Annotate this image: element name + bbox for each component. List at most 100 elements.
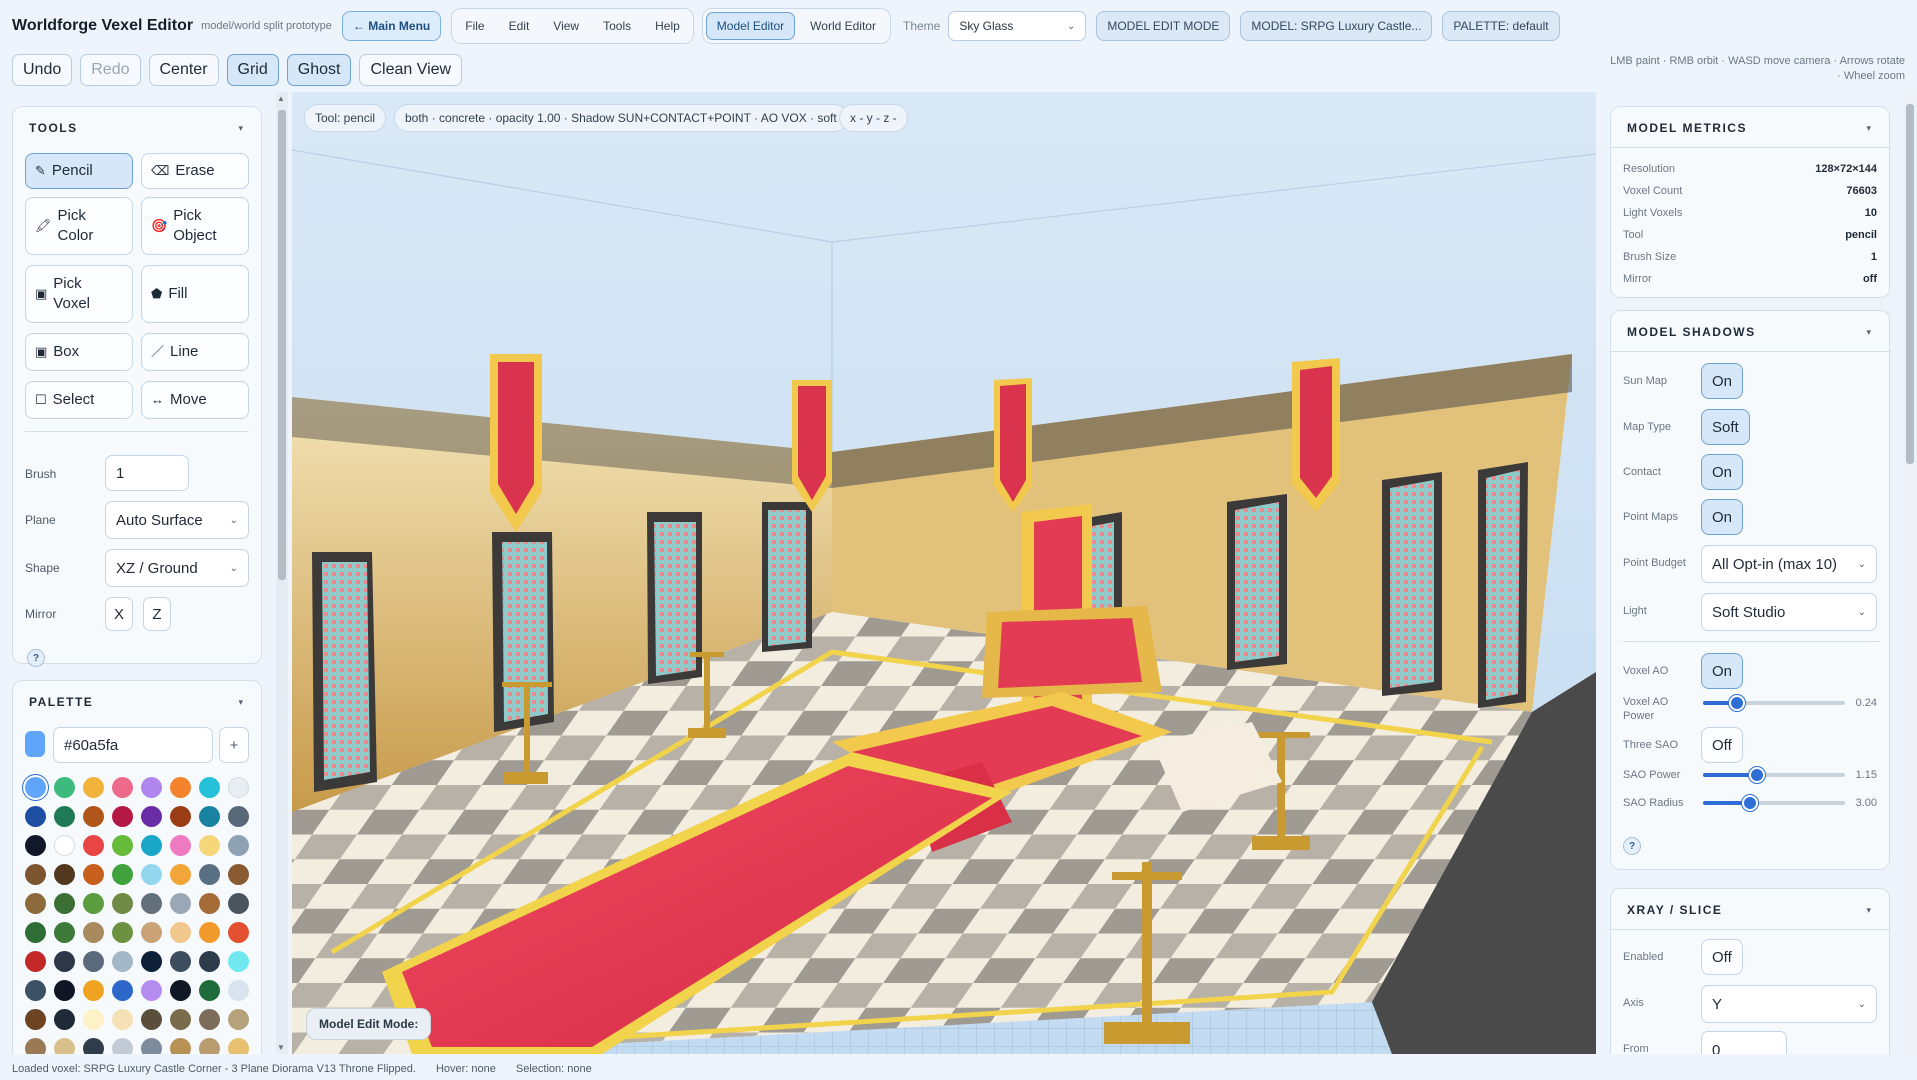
palette-swatch[interactable] — [25, 864, 46, 885]
palette-swatch[interactable] — [228, 922, 249, 943]
palette-swatch[interactable] — [54, 893, 75, 914]
palette-swatch[interactable] — [199, 893, 220, 914]
menu-file[interactable]: File — [455, 12, 494, 40]
palette-swatch[interactable] — [199, 864, 220, 885]
palette-swatch[interactable] — [170, 980, 191, 1001]
palette-swatch[interactable] — [112, 806, 133, 827]
tool-pick-object[interactable]: 🎯 Pick Object — [141, 197, 249, 255]
palette-swatch[interactable] — [228, 893, 249, 914]
menu-tools[interactable]: Tools — [593, 12, 641, 40]
main-menu-button[interactable]: ← Main Menu — [341, 11, 442, 41]
tool-move[interactable]: ↔ Move — [141, 381, 249, 419]
tool-fill[interactable]: ⬟ Fill — [141, 265, 249, 323]
palette-swatch[interactable] — [25, 1038, 46, 1054]
tool-erase[interactable]: ⌫ Erase — [141, 153, 249, 189]
point-budget-select[interactable]: All Opt-in (max 10) ⌄ — [1701, 545, 1877, 583]
palette-swatch[interactable] — [83, 1038, 104, 1054]
current-color-swatch[interactable] — [25, 731, 45, 757]
palette-swatch[interactable] — [141, 1038, 162, 1054]
palette-swatch[interactable] — [141, 922, 162, 943]
tool-pencil[interactable]: ✎ Pencil — [25, 153, 133, 189]
hex-color-input[interactable]: #60a5fa — [53, 727, 213, 763]
palette-swatch[interactable] — [25, 777, 46, 798]
palette-swatch[interactable] — [112, 1038, 133, 1054]
light-select[interactable]: Soft Studio ⌄ — [1701, 593, 1877, 631]
palette-swatch[interactable] — [25, 922, 46, 943]
palette-swatch[interactable] — [54, 777, 75, 798]
left-scrollbar[interactable]: ▲ ▼ — [276, 92, 288, 1054]
mirror-z-toggle[interactable]: Z — [143, 597, 171, 631]
grid-toggle[interactable]: Grid — [226, 54, 279, 86]
map-type-toggle[interactable]: Soft — [1701, 409, 1750, 445]
palette-swatch[interactable] — [228, 864, 249, 885]
slider-knob[interactable] — [1748, 767, 1765, 783]
palette-swatch[interactable] — [199, 980, 220, 1001]
tool-line[interactable]: ／ Line — [141, 333, 249, 371]
palette-swatch[interactable] — [83, 1009, 104, 1030]
shape-select[interactable]: XZ / Ground ⌄ — [105, 549, 249, 587]
palette-swatch[interactable] — [112, 1009, 133, 1030]
palette-swatch[interactable] — [25, 835, 46, 856]
scroll-up-icon[interactable]: ▲ — [277, 94, 285, 103]
menu-edit[interactable]: Edit — [499, 12, 540, 40]
palette-swatch[interactable] — [228, 980, 249, 1001]
sun-map-toggle[interactable]: On — [1701, 363, 1744, 399]
xray-from-input[interactable]: 0 — [1701, 1031, 1787, 1054]
palette-swatch[interactable] — [112, 835, 133, 856]
plane-select[interactable]: Auto Surface ⌄ — [105, 501, 249, 539]
palette-swatch[interactable] — [228, 806, 249, 827]
tab-model-editor[interactable]: Model Editor — [705, 12, 796, 40]
palette-swatch[interactable] — [141, 806, 162, 827]
palette-swatch[interactable] — [83, 777, 104, 798]
palette-swatch[interactable] — [199, 1009, 220, 1030]
redo-button[interactable]: Redo — [80, 54, 141, 86]
palette-swatch[interactable] — [54, 864, 75, 885]
add-color-button[interactable]: + — [219, 727, 249, 763]
palette-swatch[interactable] — [199, 806, 220, 827]
palette-swatch[interactable] — [170, 806, 191, 827]
palette-swatch[interactable] — [83, 835, 104, 856]
center-button[interactable]: Center — [148, 54, 219, 86]
undo-button[interactable]: Undo — [12, 54, 73, 86]
palette-swatch[interactable] — [54, 922, 75, 943]
palette-swatch[interactable] — [141, 893, 162, 914]
palette-swatch[interactable] — [25, 1009, 46, 1030]
collapse-icon[interactable]: ▾ — [1866, 905, 1871, 916]
palette-swatch[interactable] — [199, 1038, 220, 1054]
palette-swatch[interactable] — [112, 922, 133, 943]
palette-swatch[interactable] — [170, 864, 191, 885]
palette-swatch[interactable] — [112, 777, 133, 798]
palette-swatch[interactable] — [228, 951, 249, 972]
palette-swatch[interactable] — [228, 777, 249, 798]
palette-swatch[interactable] — [25, 806, 46, 827]
scroll-thumb[interactable] — [278, 110, 286, 580]
palette-swatch[interactable] — [199, 777, 220, 798]
palette-swatch[interactable] — [83, 806, 104, 827]
slider-knob[interactable] — [1741, 795, 1758, 811]
tool-box[interactable]: ▣ Box — [25, 333, 133, 371]
palette-swatch[interactable] — [141, 1009, 162, 1030]
palette-swatch[interactable] — [170, 777, 191, 798]
slider-knob[interactable] — [1729, 695, 1746, 711]
palette-swatch[interactable] — [112, 980, 133, 1001]
right-scrollbar[interactable] — [1903, 92, 1917, 1054]
tool-pick-voxel[interactable]: ▣ Pick Voxel — [25, 265, 133, 323]
xray-enabled-toggle[interactable]: Off — [1701, 939, 1743, 975]
palette-swatch[interactable] — [228, 835, 249, 856]
palette-swatch[interactable] — [25, 980, 46, 1001]
palette-swatch[interactable] — [54, 835, 75, 856]
palette-swatch[interactable] — [25, 951, 46, 972]
theme-select[interactable]: Sky Glass ⌄ — [948, 11, 1087, 41]
palette-swatch[interactable] — [141, 980, 162, 1001]
contact-toggle[interactable]: On — [1701, 454, 1744, 490]
palette-swatch[interactable] — [141, 951, 162, 972]
palette-swatch[interactable] — [54, 980, 75, 1001]
sao-radius-slider[interactable] — [1703, 795, 1845, 811]
palette-swatch[interactable] — [170, 835, 191, 856]
collapse-icon[interactable]: ▾ — [1866, 327, 1871, 338]
palette-swatch[interactable] — [170, 1038, 191, 1054]
point-maps-toggle[interactable]: On — [1701, 499, 1744, 535]
help-button[interactable]: ? — [1623, 837, 1641, 855]
menu-view[interactable]: View — [543, 12, 589, 40]
clean-view-button[interactable]: Clean View — [359, 54, 463, 86]
